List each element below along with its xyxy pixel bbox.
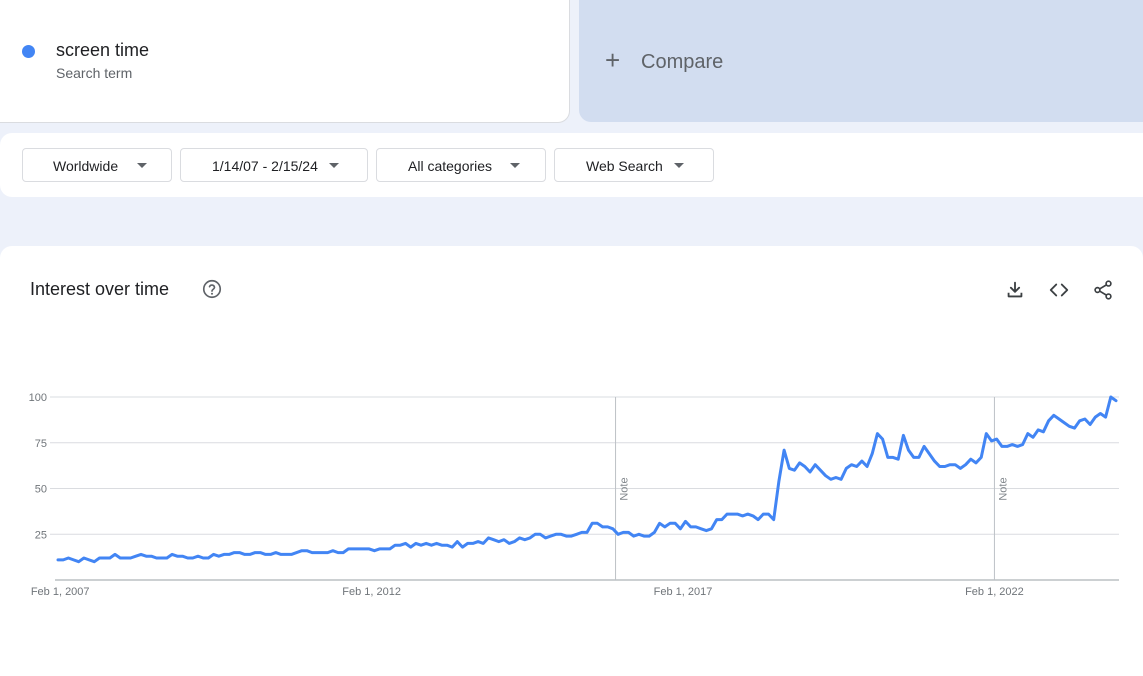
- compare-button[interactable]: + Compare: [579, 0, 1143, 122]
- chevron-down-icon: [329, 163, 339, 168]
- x-tick-label: Feb 1, 2007: [31, 586, 90, 598]
- interest-over-time-chart: 25 50 75 100 Feb 1, 2007 Feb 1, 2012 Feb 1, 20…: [29, 392, 1119, 598]
- chevron-down-icon: [137, 163, 147, 168]
- search-term-subtitle: Search term: [56, 65, 133, 81]
- date-range-filter-dropdown[interactable]: 1/14/07 - 2/15/24: [180, 148, 368, 182]
- search-type-filter-label: Web Search: [586, 158, 663, 174]
- search-term-card[interactable]: screen time Search term: [0, 0, 570, 123]
- x-tick-label: Feb 1, 2017: [654, 586, 713, 598]
- note-marker-label[interactable]: Note: [997, 477, 1009, 500]
- region-filter-dropdown[interactable]: Worldwide: [22, 148, 172, 182]
- y-tick-label: 75: [35, 438, 47, 450]
- filter-bar: Worldwide 1/14/07 - 2/15/24 All categori…: [0, 133, 1143, 197]
- x-tick-label: Feb 1, 2012: [342, 586, 401, 598]
- chevron-down-icon: [674, 163, 684, 168]
- search-term-name[interactable]: screen time: [56, 40, 149, 61]
- compare-label: Compare: [641, 51, 724, 73]
- plus-icon: +: [605, 45, 621, 75]
- x-tick-label: Feb 1, 2022: [965, 586, 1024, 598]
- y-tick-label: 100: [29, 392, 47, 404]
- search-type-filter-dropdown[interactable]: Web Search: [554, 148, 714, 182]
- interest-over-time-panel: Interest over time 25 50 75 100 Feb 1, 2007 F…: [0, 246, 1143, 676]
- note-marker-label[interactable]: Note: [619, 477, 631, 500]
- category-filter-dropdown[interactable]: All categories: [376, 148, 546, 182]
- series-color-dot: [22, 45, 35, 58]
- chevron-down-icon: [510, 163, 520, 168]
- region-filter-label: Worldwide: [53, 158, 119, 174]
- y-tick-label: 25: [35, 529, 47, 541]
- y-tick-label: 50: [35, 484, 47, 496]
- series-line[interactable]: [56, 395, 1118, 564]
- category-filter-label: All categories: [408, 158, 493, 174]
- date-range-filter-label: 1/14/07 - 2/15/24: [212, 158, 318, 174]
